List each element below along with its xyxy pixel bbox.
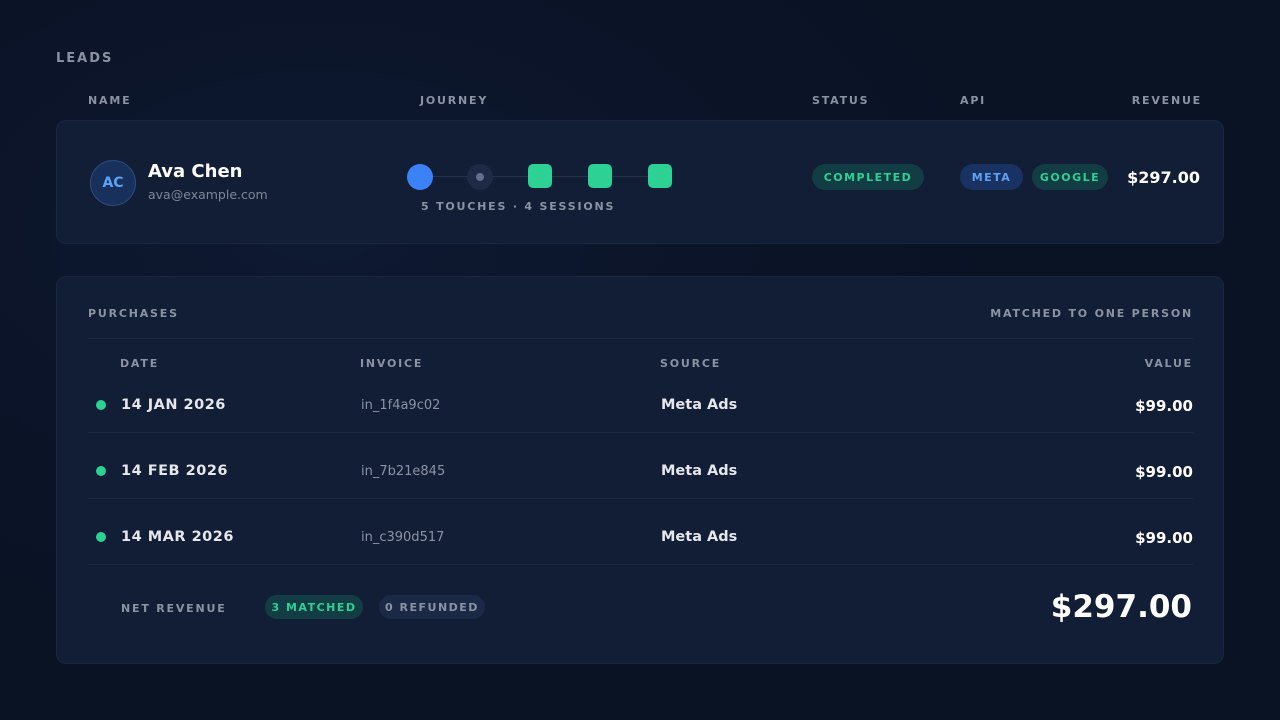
journey-node-conversion[interactable]	[588, 164, 612, 188]
purchase-date: 14 JAN 2026	[121, 397, 226, 413]
purchase-date: 14 FEB 2026	[121, 463, 228, 479]
purchases-divider	[88, 338, 1193, 339]
net-revenue-total: $297.00	[1050, 589, 1192, 625]
lead-name[interactable]: Ava Chen	[148, 161, 242, 182]
purchases-header-invoice[interactable]: INVOICE	[360, 357, 423, 370]
col-header-api[interactable]: API	[960, 94, 986, 107]
lead-row-card[interactable]: AC Ava Chen ava@example.com 5 TOUCHES · …	[56, 120, 1224, 244]
purchase-value: $99.00	[1135, 463, 1193, 481]
purchases-title: PURCHASES	[88, 307, 179, 320]
matched-badge: 3 MATCHED	[265, 595, 363, 619]
lead-revenue: $297.00	[1127, 168, 1200, 187]
journey-node-conversion[interactable]	[528, 164, 552, 188]
purchases-header-value[interactable]: VALUE	[1145, 357, 1193, 370]
purchase-invoice[interactable]: in_7b21e845	[361, 464, 445, 479]
match-note: MATCHED TO ONE PERSON	[990, 307, 1193, 320]
status-dot-icon	[96, 532, 106, 542]
api-tag-google: GOOGLE	[1032, 164, 1108, 190]
lead-email: ava@example.com	[148, 187, 268, 202]
status-dot-icon	[96, 466, 106, 476]
col-header-name[interactable]: NAME	[88, 94, 131, 107]
row-divider	[88, 564, 1193, 565]
purchases-card: PURCHASES MATCHED TO ONE PERSON DATE INV…	[56, 276, 1224, 664]
journey-node-session[interactable]	[467, 164, 493, 190]
journey-node-start[interactable]	[407, 164, 433, 190]
refunded-badge: 0 REFUNDED	[379, 595, 485, 619]
purchase-date: 14 MAR 2026	[121, 529, 234, 545]
leads-section-title: LEADS	[56, 51, 114, 66]
purchase-source: Meta Ads	[661, 529, 738, 545]
journey-node-conversion[interactable]	[648, 164, 672, 188]
col-header-revenue[interactable]: REVENUE	[1132, 94, 1202, 107]
status-dot-icon	[96, 400, 106, 410]
purchase-source: Meta Ads	[661, 463, 738, 479]
purchase-row[interactable]: 14 FEB 2026 in_7b21e845 Meta Ads $99.00	[88, 438, 1193, 504]
purchase-row[interactable]: 14 MAR 2026 in_c390d517 Meta Ads $99.00	[88, 504, 1193, 570]
avatar: AC	[90, 160, 136, 206]
row-divider	[88, 432, 1193, 433]
col-header-status[interactable]: STATUS	[812, 94, 869, 107]
journey-caption: 5 TOUCHES · 4 SESSIONS	[421, 200, 616, 213]
net-revenue-label: NET REVENUE	[121, 602, 227, 615]
api-tag-meta: META	[960, 164, 1023, 190]
purchase-row[interactable]: 14 JAN 2026 in_1f4a9c02 Meta Ads $99.00	[88, 372, 1193, 438]
purchases-header-source[interactable]: SOURCE	[660, 357, 721, 370]
purchase-value: $99.00	[1135, 529, 1193, 547]
row-divider	[88, 498, 1193, 499]
purchases-header-date[interactable]: DATE	[120, 357, 159, 370]
purchase-invoice[interactable]: in_c390d517	[361, 530, 444, 545]
journey-node-session-dot	[476, 173, 484, 181]
status-badge: COMPLETED	[812, 164, 924, 190]
purchase-invoice[interactable]: in_1f4a9c02	[361, 398, 440, 413]
purchase-value: $99.00	[1135, 397, 1193, 415]
purchase-source: Meta Ads	[661, 397, 738, 413]
col-header-journey[interactable]: JOURNEY	[420, 94, 488, 107]
